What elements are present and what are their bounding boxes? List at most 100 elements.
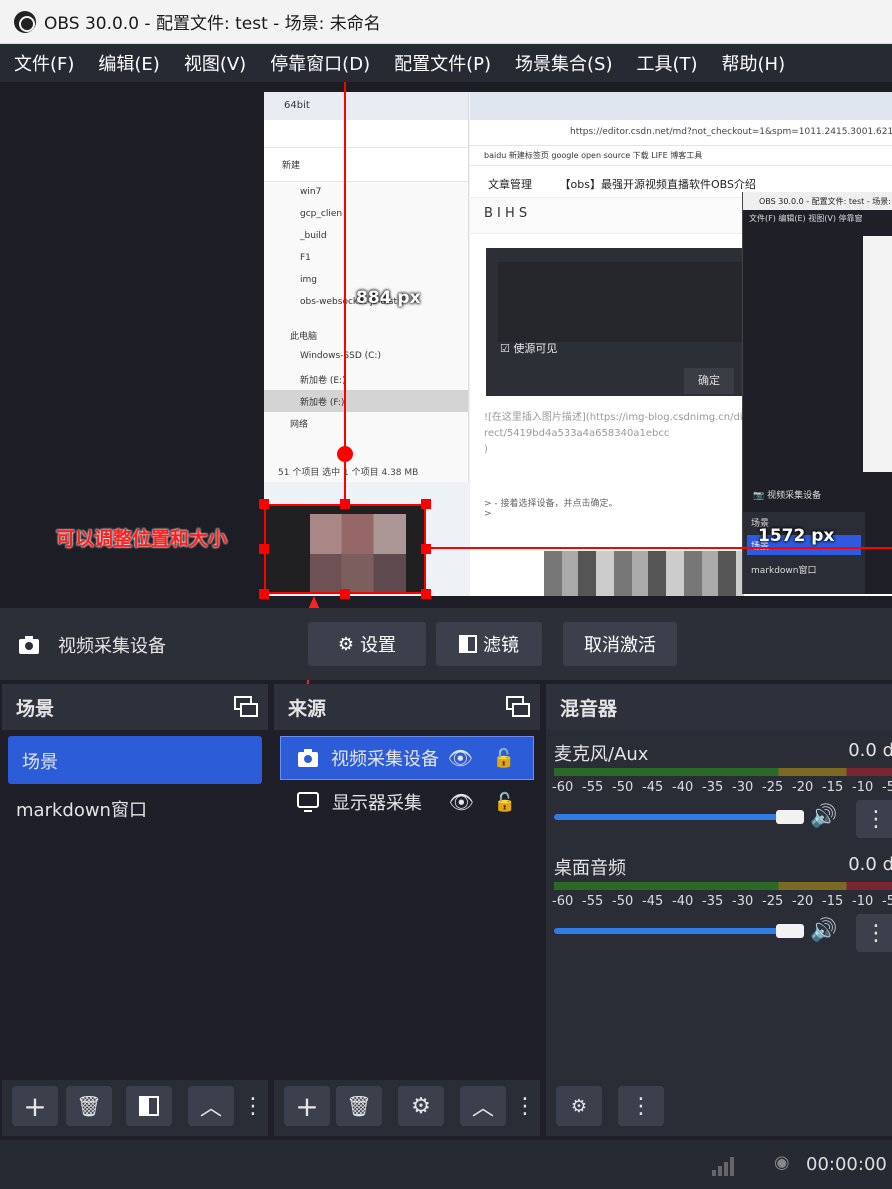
menu-view[interactable]: 视图(V) bbox=[184, 50, 246, 76]
channel-volume: 0.0 d bbox=[848, 740, 892, 761]
gears-icon: ⚙ bbox=[570, 1095, 588, 1117]
source-item[interactable]: 显示器采集 👁 🔓 bbox=[280, 780, 534, 824]
plus-icon: + bbox=[295, 1089, 319, 1123]
undock-icon[interactable] bbox=[234, 696, 258, 718]
explorer-item: _build bbox=[300, 231, 327, 241]
gear-icon: ⚙ bbox=[411, 1093, 431, 1119]
resize-handle-bl[interactable] bbox=[259, 589, 269, 599]
mixer-channels: 麦克风/Aux 0.0 d -60 -55 -50 -45 -40 -35 -30 -25 -2… bbox=[546, 730, 892, 1080]
menu-edit[interactable]: 编辑(E) bbox=[98, 50, 159, 76]
article-title: 【obs】最强开源视频直播软件OBS介绍 bbox=[559, 178, 756, 191]
markdown-line: > - 接着选择设备，并点击确定。 > bbox=[484, 499, 618, 519]
resize-handle-br[interactable] bbox=[421, 589, 431, 599]
eye-icon[interactable]: 👁 bbox=[449, 790, 474, 814]
speaker-icon[interactable]: 🔊 bbox=[810, 918, 837, 943]
browser-tabs bbox=[470, 92, 892, 120]
sources-list: 视频采集设备 👁 🔓 显示器采集 👁 🔓 bbox=[274, 730, 540, 1080]
menu-bar: 文件(F) 编辑(E) 视图(V) 停靠窗口(D) 配置文件(P) 场景集合(S… bbox=[0, 44, 892, 82]
sources-title: 来源 bbox=[288, 698, 327, 720]
preview-area[interactable]: 64bit 新建 win7 gcp_clien _build F1 img ob… bbox=[0, 82, 892, 608]
file-explorer-window: 64bit 新建 win7 gcp_clien _build F1 img ob… bbox=[264, 92, 469, 482]
monitor-icon bbox=[297, 792, 319, 812]
mixer-title: 混音器 bbox=[560, 698, 618, 720]
rotation-handle[interactable] bbox=[337, 446, 353, 462]
add-scene-button[interactable]: + bbox=[12, 1086, 58, 1126]
trash-icon: 🗑 bbox=[76, 1094, 102, 1118]
browser-url: https://editor.csdn.net/md?not_checkout=… bbox=[470, 120, 892, 146]
explorer-item: 新加卷 (F:) bbox=[264, 390, 468, 412]
resize-handle-b[interactable] bbox=[340, 589, 350, 599]
add-source-button[interactable]: + bbox=[284, 1086, 330, 1126]
scene-item[interactable]: 场景 bbox=[8, 736, 262, 784]
settings-button[interactable]: ⚙ 设置 bbox=[308, 622, 426, 666]
camera-icon bbox=[19, 636, 39, 654]
undock-icon[interactable] bbox=[506, 696, 530, 718]
selection-box[interactable] bbox=[264, 504, 426, 594]
lock-icon[interactable]: 🔓 bbox=[494, 792, 516, 813]
eye-icon[interactable]: 👁 bbox=[448, 746, 473, 770]
menu-docks[interactable]: 停靠窗口(D) bbox=[270, 50, 370, 76]
window-title: OBS 30.0.0 - 配置文件: test - 场景: 未命名 bbox=[44, 14, 381, 34]
scene-filters-button[interactable] bbox=[126, 1086, 172, 1126]
explorer-item: 此电脑 bbox=[290, 332, 318, 342]
ok-button-mock: 确定 bbox=[684, 368, 734, 394]
scene-item[interactable]: markdown窗口 bbox=[2, 784, 268, 832]
volume-meter bbox=[554, 768, 892, 776]
channel-volume: 0.0 d bbox=[848, 854, 892, 875]
mixer-channel: 桌面音频 0.0 d bbox=[554, 854, 892, 880]
channel-more-button[interactable]: ⋮ bbox=[856, 800, 892, 838]
remove-source-button[interactable]: 🗑 bbox=[336, 1086, 382, 1126]
lock-icon[interactable]: 🔓 bbox=[493, 748, 515, 769]
menu-scene-collection[interactable]: 场景集合(S) bbox=[515, 50, 612, 76]
channel-more-button[interactable]: ⋮ bbox=[856, 914, 892, 952]
nested-preview bbox=[863, 236, 892, 472]
channel-name: 桌面音频 bbox=[554, 858, 626, 879]
recording-icon: ◉ bbox=[774, 1152, 790, 1173]
move-scene-up-button[interactable]: ︿ bbox=[188, 1086, 234, 1126]
volume-slider[interactable] bbox=[554, 814, 784, 820]
source-more-button[interactable]: ⋮ bbox=[514, 1086, 536, 1126]
obs-logo-icon bbox=[14, 10, 36, 33]
speaker-icon[interactable]: 🔊 bbox=[810, 804, 837, 829]
scenes-list: 场景 markdown窗口 bbox=[2, 730, 268, 1080]
article-back: 文章管理 bbox=[488, 178, 532, 191]
menu-file[interactable]: 文件(F) bbox=[14, 50, 74, 76]
meter-ticks: -60 -55 -50 -45 -40 -35 -30 -25 -20 -15 -10 -5 bbox=[552, 780, 892, 795]
scenes-dock: 场景 场景 markdown窗口 + 🗑 ︿ ⋮ bbox=[2, 684, 268, 1136]
resize-handle-r[interactable] bbox=[421, 544, 431, 554]
menu-help[interactable]: 帮助(H) bbox=[722, 50, 786, 76]
visible-checkbox: ☑ 使源可见 bbox=[500, 342, 558, 355]
menu-profile[interactable]: 配置文件(P) bbox=[394, 50, 491, 76]
measure-line-horizontal bbox=[426, 547, 892, 549]
source-properties-button[interactable]: ⚙ bbox=[398, 1086, 444, 1126]
explorer-tab: 64bit bbox=[264, 92, 468, 120]
scenes-title: 场景 bbox=[16, 698, 55, 720]
volume-slider-knob[interactable] bbox=[776, 810, 804, 824]
explorer-status: 51 个项目 选中 1 个项目 4.38 MB bbox=[278, 468, 419, 478]
sources-dock: 来源 视频采集设备 👁 🔓 显示器采集 👁 🔓 + 🗑 ⚙ ︿ ⋮ bbox=[274, 684, 540, 1136]
mixer-more-button[interactable]: ⋮ bbox=[618, 1086, 664, 1126]
resize-handle-tr[interactable] bbox=[421, 499, 431, 509]
volume-slider-knob[interactable] bbox=[776, 924, 804, 938]
sources-footer: + 🗑 ⚙ ︿ ⋮ bbox=[274, 1080, 540, 1136]
resize-handle-l[interactable] bbox=[259, 544, 269, 554]
filter-icon bbox=[459, 635, 477, 653]
filters-button[interactable]: 滤镜 bbox=[436, 622, 542, 666]
deactivate-button[interactable]: 取消激活 bbox=[563, 622, 677, 666]
remove-scene-button[interactable]: 🗑 bbox=[66, 1086, 112, 1126]
nested-source: 📷 视频采集设备 bbox=[753, 491, 822, 501]
plus-icon: + bbox=[23, 1089, 47, 1123]
browser-bookmarks: baidu 新建标签页 google open source 下载 LIFE 博… bbox=[470, 146, 892, 166]
scenes-footer: + 🗑 ︿ ⋮ bbox=[2, 1080, 268, 1136]
scene-more-button[interactable]: ⋮ bbox=[242, 1086, 264, 1126]
nested-scenes: 场景 场景 markdown窗口 bbox=[743, 512, 865, 594]
menu-tools[interactable]: 工具(T) bbox=[636, 50, 697, 76]
measure-line-vertical bbox=[344, 82, 346, 502]
advanced-audio-button[interactable]: ⚙ bbox=[556, 1086, 602, 1126]
volume-slider[interactable] bbox=[554, 928, 784, 934]
more-vertical-icon: ⋮ bbox=[630, 1093, 652, 1119]
move-source-up-button[interactable]: ︿ bbox=[460, 1086, 506, 1126]
source-item[interactable]: 视频采集设备 👁 🔓 bbox=[280, 736, 534, 780]
resize-handle-tl[interactable] bbox=[259, 499, 269, 509]
explorer-nav bbox=[264, 120, 468, 148]
